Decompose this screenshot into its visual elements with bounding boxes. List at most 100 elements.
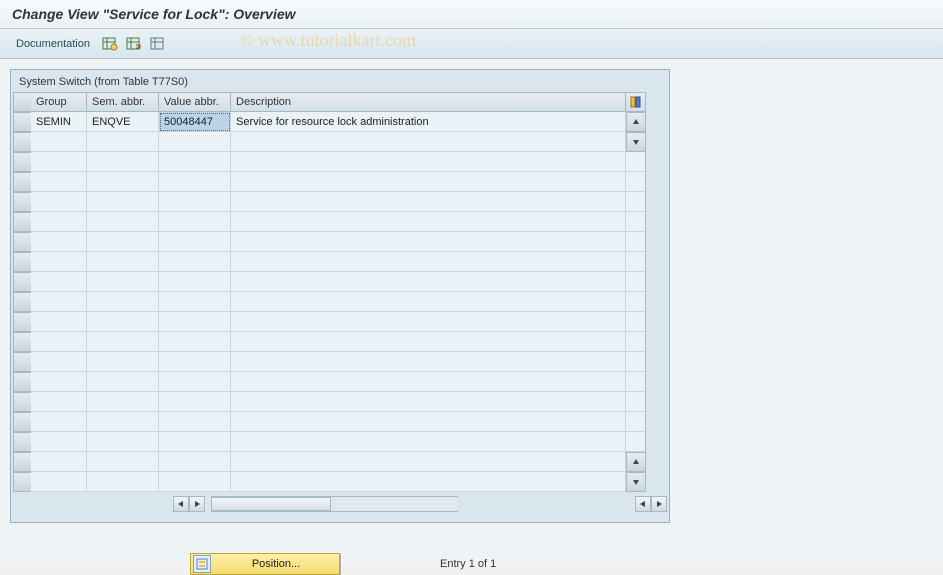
empty-cell[interactable] (231, 432, 626, 452)
row-selector[interactable] (13, 412, 31, 432)
empty-cell[interactable] (31, 352, 87, 372)
table-config-icon[interactable] (626, 92, 646, 112)
empty-cell[interactable] (159, 312, 231, 332)
col-header-description[interactable]: Description (231, 92, 626, 112)
vscroll-up2-icon[interactable] (626, 452, 646, 472)
vscroll-track[interactable] (626, 312, 646, 332)
empty-cell[interactable] (87, 212, 159, 232)
empty-cell[interactable] (231, 452, 626, 472)
empty-cell[interactable] (87, 252, 159, 272)
table-row[interactable]: SEMIN ENQVE 50048447 Service for resourc… (13, 112, 667, 132)
col-header-group[interactable]: Group (31, 92, 87, 112)
empty-cell[interactable] (159, 352, 231, 372)
row-selector[interactable] (13, 152, 31, 172)
vscroll-track[interactable] (626, 372, 646, 392)
empty-cell[interactable] (231, 172, 626, 192)
empty-cell[interactable] (87, 272, 159, 292)
empty-cell[interactable] (87, 312, 159, 332)
empty-cell[interactable] (31, 152, 87, 172)
table-view-icon[interactable] (150, 36, 166, 52)
empty-cell[interactable] (87, 352, 159, 372)
hscroll-left2-icon[interactable] (635, 496, 651, 512)
empty-cell[interactable] (159, 472, 231, 492)
empty-cell[interactable] (31, 252, 87, 272)
empty-cell[interactable] (159, 292, 231, 312)
empty-cell[interactable] (31, 372, 87, 392)
empty-cell[interactable] (231, 292, 626, 312)
table-settings-icon[interactable] (102, 36, 118, 52)
empty-cell[interactable] (159, 452, 231, 472)
empty-cell[interactable] (231, 192, 626, 212)
empty-cell[interactable] (87, 152, 159, 172)
row-selector[interactable] (13, 252, 31, 272)
empty-cell[interactable] (159, 392, 231, 412)
empty-cell[interactable] (231, 372, 626, 392)
empty-cell[interactable] (31, 412, 87, 432)
empty-cell[interactable] (231, 152, 626, 172)
position-button[interactable]: Position... (190, 553, 340, 575)
select-all-selector[interactable] (13, 92, 31, 112)
empty-cell[interactable] (87, 192, 159, 212)
empty-cell[interactable] (31, 452, 87, 472)
empty-cell[interactable] (87, 472, 159, 492)
col-header-sem-abbr[interactable]: Sem. abbr. (87, 92, 159, 112)
vscroll-track[interactable] (626, 392, 646, 412)
empty-cell[interactable] (31, 332, 87, 352)
vscroll-track[interactable] (626, 152, 646, 172)
vscroll-track[interactable] (626, 232, 646, 252)
row-selector[interactable] (13, 272, 31, 292)
empty-cell[interactable] (159, 332, 231, 352)
empty-cell[interactable] (159, 172, 231, 192)
empty-cell[interactable] (231, 132, 626, 152)
cell-group[interactable]: SEMIN (31, 112, 87, 132)
empty-cell[interactable] (31, 172, 87, 192)
empty-cell[interactable] (31, 212, 87, 232)
empty-cell[interactable] (87, 372, 159, 392)
empty-cell[interactable] (87, 172, 159, 192)
vscroll-track[interactable] (626, 272, 646, 292)
vscroll-down2-icon[interactable] (626, 472, 646, 492)
row-selector[interactable] (13, 132, 31, 152)
row-selector[interactable] (13, 392, 31, 412)
empty-cell[interactable] (87, 412, 159, 432)
col-header-value-abbr[interactable]: Value abbr. (159, 92, 231, 112)
vscroll-track[interactable] (626, 212, 646, 232)
empty-cell[interactable] (87, 452, 159, 472)
vscroll-track[interactable] (626, 432, 646, 452)
empty-cell[interactable] (31, 232, 87, 252)
empty-cell[interactable] (231, 352, 626, 372)
empty-cell[interactable] (87, 332, 159, 352)
hscroll-right-icon[interactable] (189, 496, 205, 512)
cell-description[interactable]: Service for resource lock administration (231, 112, 626, 132)
row-selector[interactable] (13, 332, 31, 352)
empty-cell[interactable] (159, 432, 231, 452)
row-selector[interactable] (13, 172, 31, 192)
empty-cell[interactable] (87, 392, 159, 412)
empty-cell[interactable] (159, 272, 231, 292)
empty-cell[interactable] (159, 372, 231, 392)
empty-cell[interactable] (31, 432, 87, 452)
row-selector[interactable] (13, 472, 31, 492)
empty-cell[interactable] (87, 292, 159, 312)
row-selector[interactable] (13, 452, 31, 472)
empty-cell[interactable] (31, 292, 87, 312)
vscroll-track[interactable] (626, 252, 646, 272)
empty-cell[interactable] (231, 392, 626, 412)
empty-cell[interactable] (159, 132, 231, 152)
empty-cell[interactable] (231, 272, 626, 292)
vscroll-track[interactable] (626, 352, 646, 372)
row-selector[interactable] (13, 112, 31, 132)
hscroll-left-icon[interactable] (173, 496, 189, 512)
empty-cell[interactable] (87, 232, 159, 252)
hscroll-thumb[interactable] (211, 497, 331, 511)
empty-cell[interactable] (231, 332, 626, 352)
vscroll-track[interactable] (626, 192, 646, 212)
empty-cell[interactable] (159, 412, 231, 432)
empty-cell[interactable] (31, 312, 87, 332)
vscroll-up-icon[interactable] (626, 112, 646, 132)
empty-cell[interactable] (231, 232, 626, 252)
empty-cell[interactable] (159, 232, 231, 252)
table-export-icon[interactable] (126, 36, 142, 52)
empty-cell[interactable] (231, 412, 626, 432)
vscroll-down-icon[interactable] (626, 132, 646, 152)
